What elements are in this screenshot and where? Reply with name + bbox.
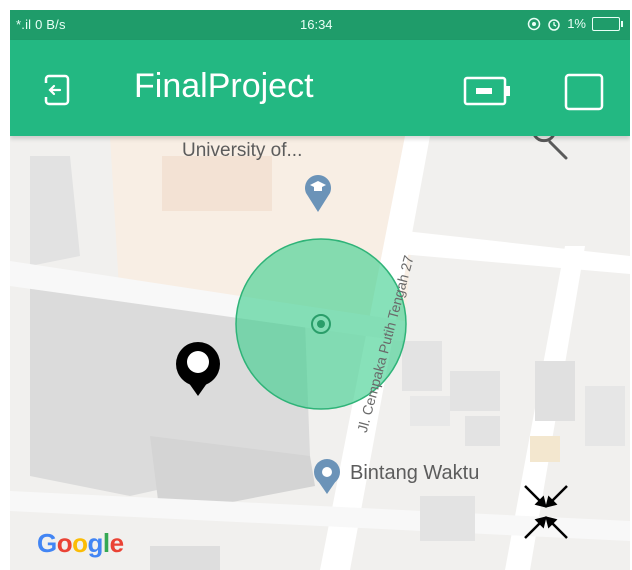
location-icon — [527, 17, 541, 30]
building-right-7 — [410, 396, 450, 426]
poi-university-label[interactable]: University of... — [182, 140, 302, 162]
network-speed: 0 B/s — [35, 17, 66, 32]
square-icon — [564, 73, 604, 111]
building-right-3 — [535, 361, 575, 421]
building-right-1 — [402, 341, 442, 391]
building-right-5 — [465, 416, 500, 446]
alarm-icon — [548, 18, 560, 31]
building-right-6 — [530, 436, 560, 462]
building-right-2 — [450, 371, 500, 411]
battery-icon — [592, 16, 623, 31]
status-right: 1% — [527, 16, 623, 31]
building-right-4 — [585, 386, 625, 446]
poi-bintang-label[interactable]: Bintang Waktu — [350, 462, 479, 485]
battery-toggle-button[interactable] — [462, 74, 514, 108]
building-bottom-1 — [420, 496, 475, 541]
map-view[interactable]: University of... Bintang Waktu Jl. Cempa… — [10, 136, 630, 570]
exit-button[interactable] — [36, 70, 76, 110]
square-button[interactable] — [562, 72, 606, 112]
my-location-dot — [317, 320, 325, 328]
app-title: FinalProject — [134, 67, 314, 105]
status-left: *.il 0 B/s — [16, 17, 66, 32]
map-canvas[interactable] — [10, 136, 630, 570]
status-bar: *.il 0 B/s 16:34 1% — [10, 10, 630, 40]
status-time: 16:34 — [300, 17, 333, 32]
google-logo: Google — [37, 528, 124, 558]
battery-toggle-icon — [463, 76, 510, 106]
exit-door-icon — [41, 74, 70, 106]
battery-percent: 1% — [567, 16, 586, 31]
campus-building — [162, 156, 272, 211]
phone-screen: *.il 0 B/s 16:34 1% FinalProject Univers… — [10, 10, 630, 570]
app-bar: FinalProject — [10, 40, 630, 136]
building-bottom-2 — [150, 546, 220, 570]
signal-indicator: *.il — [16, 17, 32, 32]
